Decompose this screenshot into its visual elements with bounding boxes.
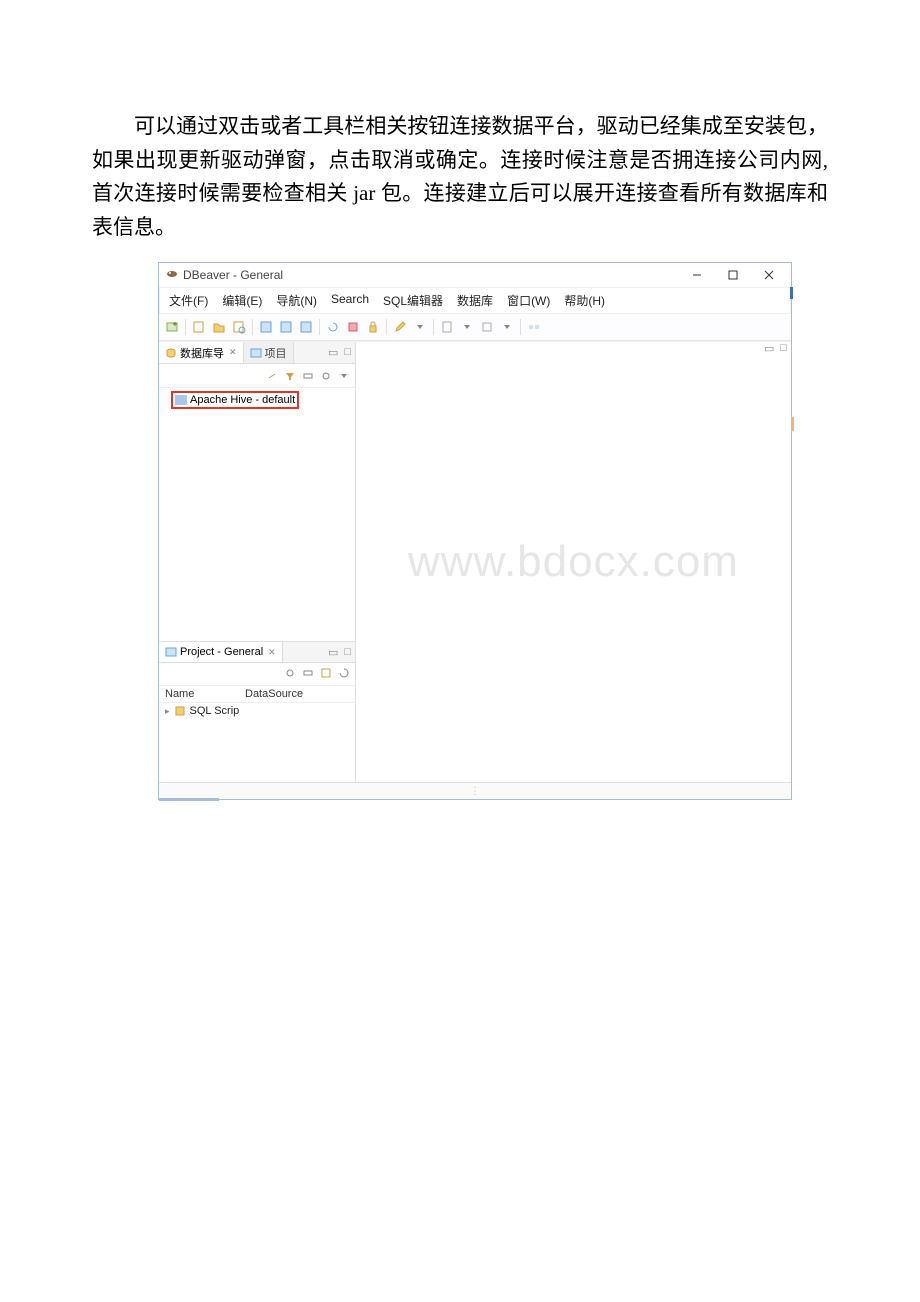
tab-db-label: 数据库导 [180, 345, 224, 361]
title-bar: DBeaver - General [159, 263, 791, 288]
window-title: DBeaver - General [183, 268, 283, 282]
refresh-icon[interactable] [324, 318, 342, 336]
dropdown-1-icon[interactable] [411, 318, 429, 336]
project-tab-label: Project - General [180, 646, 263, 658]
view-max-icon[interactable]: □ [344, 346, 351, 359]
dropdown-2-icon[interactable] [458, 318, 476, 336]
tab-proj-label: 项目 [265, 345, 287, 361]
export-icon[interactable] [478, 318, 496, 336]
view-min-icon[interactable]: ▭ [328, 346, 338, 359]
tx-mode-icon[interactable] [297, 318, 315, 336]
link-icon[interactable] [264, 368, 279, 383]
new-connection-icon[interactable] [163, 318, 181, 336]
navigator-tree[interactable]: Apache Hive - default [159, 388, 355, 641]
tab-projects[interactable]: 项目 [244, 342, 294, 363]
project-item-label: SQL Scrip [190, 705, 240, 717]
watermark-text: www.bdocx.com [408, 537, 739, 587]
expand-caret-icon[interactable]: ▸ [165, 706, 170, 717]
perspective-icon[interactable] [525, 318, 543, 336]
project-columns: Name DataSource [159, 686, 355, 703]
project-tree-item[interactable]: ▸ SQL Scrip [165, 705, 349, 717]
connection-item[interactable]: Apache Hive - default [171, 391, 299, 409]
editor-max-icon[interactable]: □ [780, 342, 787, 355]
recent-sql-icon[interactable] [230, 318, 248, 336]
editor-min-icon[interactable]: ▭ [764, 342, 774, 355]
menu-dropdown-icon[interactable] [336, 368, 351, 383]
project-tab-icon [165, 646, 177, 658]
left-column: 数据库导 ✕ 项目 ▭ □ [159, 342, 356, 782]
hive-icon [175, 395, 187, 405]
dropdown-3-icon[interactable] [498, 318, 516, 336]
menu-navigate[interactable]: 导航(N) [270, 290, 323, 311]
toolbar [159, 314, 791, 341]
window-accent [790, 287, 793, 299]
menu-window[interactable]: 窗口(W) [501, 290, 556, 311]
project-tree[interactable]: ▸ SQL Scrip [159, 703, 355, 719]
col-ds-label: DataSource [245, 688, 303, 700]
bottom-accent [159, 798, 219, 801]
menu-bar: 文件(F) 编辑(E) 导航(N) Search SQL编辑器 数据库 窗口(W… [159, 288, 791, 314]
edit-icon[interactable] [391, 318, 409, 336]
col-name-label: Name [165, 688, 245, 700]
tab-close-icon[interactable]: ✕ [229, 347, 237, 358]
navigator-toolbar [159, 364, 355, 388]
dbeaver-window: DBeaver - General 文件(F) 编辑(E) 导航(N) Sear… [158, 262, 792, 800]
minimize-button[interactable] [679, 263, 715, 287]
proj-tab-close-icon[interactable]: ✕ [268, 647, 276, 658]
lock-icon[interactable] [364, 318, 382, 336]
tab-project-general[interactable]: Project - General ✕ [159, 642, 283, 662]
proj-collapse-icon[interactable] [300, 665, 315, 680]
open-sql-icon[interactable] [210, 318, 228, 336]
app-icon [165, 268, 179, 282]
content-area: 数据库导 ✕ 项目 ▭ □ [159, 341, 791, 782]
maximize-button[interactable] [715, 263, 751, 287]
proj-refresh-icon[interactable] [336, 665, 351, 680]
menu-edit[interactable]: 编辑(E) [216, 290, 268, 311]
menu-search[interactable]: Search [325, 290, 375, 311]
close-button[interactable] [751, 263, 787, 287]
project-panel: Project - General ✕ ▭ □ Name Da [159, 641, 355, 782]
collapse-icon[interactable] [300, 368, 315, 383]
connection-label: Apache Hive - default [190, 394, 295, 406]
commit-icon[interactable] [257, 318, 275, 336]
stop-icon[interactable] [344, 318, 362, 336]
rollback-icon[interactable] [277, 318, 295, 336]
project-icon [250, 347, 262, 359]
document-paragraph: 可以通过双击或者工具栏相关按钮连接数据平台，驱动已经集成至安装包，如果出现更新驱… [0, 0, 920, 262]
menu-help[interactable]: 帮助(H) [558, 290, 611, 311]
new-sql-icon[interactable] [190, 318, 208, 336]
proj-config-icon[interactable] [282, 665, 297, 680]
menu-file[interactable]: 文件(F) [163, 290, 214, 311]
proj-link-icon[interactable] [318, 665, 333, 680]
config-icon[interactable] [318, 368, 333, 383]
menu-database[interactable]: 数据库 [451, 290, 499, 311]
status-bar: ⋮ [159, 782, 791, 799]
script-icon[interactable] [438, 318, 456, 336]
tab-database-navigator[interactable]: 数据库导 ✕ [159, 342, 244, 363]
menu-sql[interactable]: SQL编辑器 [377, 290, 449, 311]
db-nav-icon [165, 347, 177, 359]
proj-min-icon[interactable]: ▭ [328, 646, 338, 659]
proj-max-icon[interactable]: □ [344, 646, 351, 659]
navigator-tabs: 数据库导 ✕ 项目 ▭ □ [159, 342, 355, 364]
filter-icon[interactable] [282, 368, 297, 383]
sql-scripts-icon [174, 705, 186, 717]
editor-area: ▭ □ www.bdocx.com [356, 342, 791, 782]
